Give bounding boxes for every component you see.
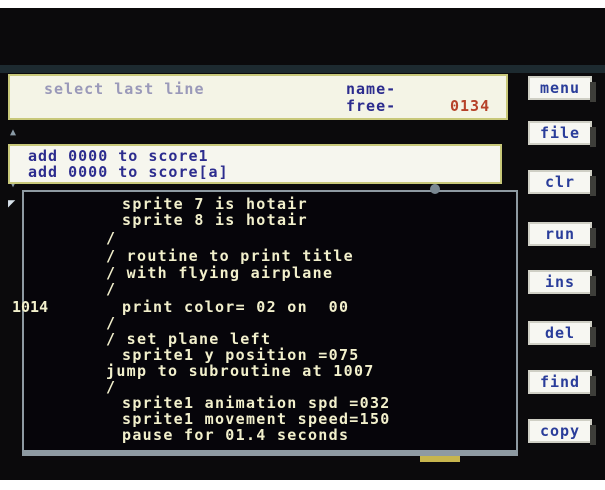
line-number: 1014 [12,298,49,316]
command-area[interactable]: add 0000 to score1 add 0000 to score[a] [8,144,502,184]
command-line-2[interactable]: add 0000 to score[a] [28,164,229,180]
scroll-marker [420,456,460,462]
pointer-arrow-icon: ◤ [8,196,16,210]
free-label: free- [346,97,397,115]
ins-button[interactable]: ins [528,270,596,296]
del-button[interactable]: del [528,321,596,347]
code-line[interactable]: sprite 8 is hotair [122,211,308,229]
menu-button[interactable]: menu [528,76,596,102]
copy-button[interactable]: copy [528,419,596,445]
code-line[interactable]: / routine to print title [106,247,354,265]
code-line[interactable]: / [106,280,116,298]
code-line[interactable]: / [106,229,116,247]
code-line[interactable]: / [106,378,116,396]
status-bar: select last line name- free- 0134 [8,74,508,120]
code-line[interactable]: jump to subroutine at 1007 [106,362,375,380]
status-hint: select last line [44,80,205,98]
file-button[interactable]: file [528,121,596,147]
editor-screen: select last line name- free- 0134 ▲ ▼ ◤ … [0,8,605,480]
command-line-1[interactable]: add 0000 to score1 [28,148,209,164]
clr-button[interactable]: clr [528,170,596,196]
find-button[interactable]: find [528,370,596,396]
name-label: name- [346,80,397,98]
code-line[interactable]: / with flying airplane [106,264,333,282]
scroll-up-arrow-icon[interactable]: ▲ [10,128,16,138]
scroll-thumb[interactable] [430,184,440,194]
free-counter: 0134 [450,97,491,115]
run-button[interactable]: run [528,222,596,248]
code-line[interactable]: pause for 01.4 seconds [122,426,349,444]
top-divider [0,65,605,73]
code-line[interactable]: print color= 02 on 00 [122,298,349,316]
